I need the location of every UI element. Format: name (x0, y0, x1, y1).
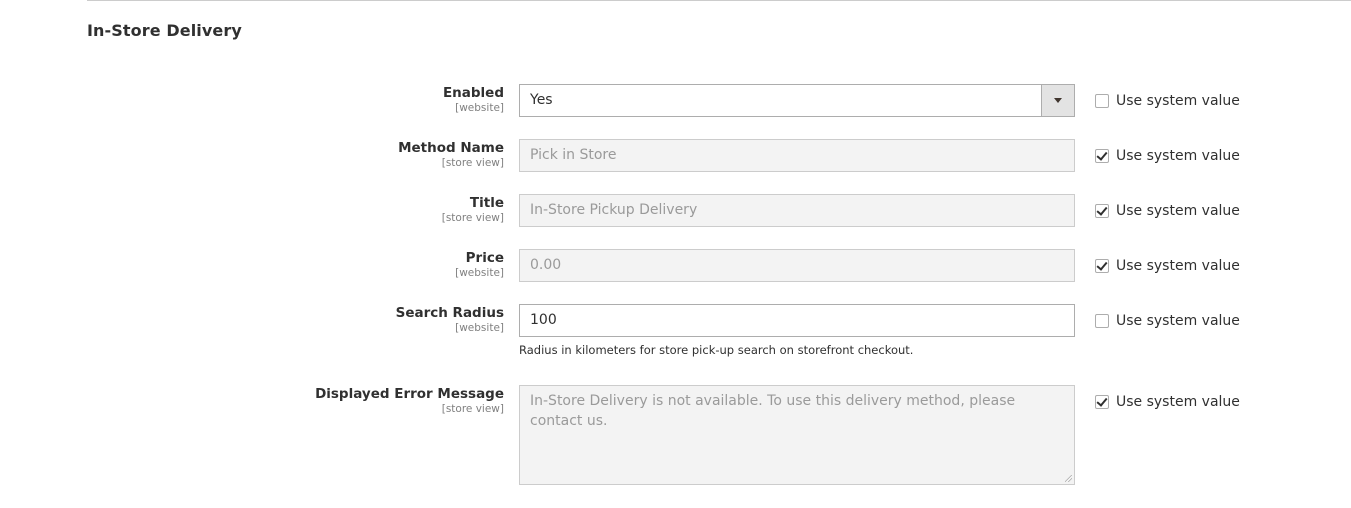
label-text: Method Name (398, 140, 504, 156)
error-message-textarea[interactable]: In-Store Delivery is not available. To u… (519, 385, 1075, 485)
scope-text: [store view] (441, 212, 504, 224)
scope-text: [website] (455, 102, 504, 114)
label-text: Price (465, 250, 504, 266)
label-text: Search Radius (395, 305, 504, 321)
scope-text: [website] (455, 322, 504, 334)
use-system-value-search-radius[interactable]: Use system value (1095, 313, 1240, 329)
field-label: Title [store view] (442, 195, 504, 225)
checkbox-checked[interactable] (1095, 395, 1109, 409)
label-text: Enabled (442, 85, 504, 101)
use-system-value-method-name[interactable]: Use system value (1095, 148, 1240, 164)
field-label: Displayed Error Message [store view] (315, 386, 504, 416)
checkbox-label: Use system value (1116, 203, 1240, 219)
field-label: Enabled [website] (443, 85, 504, 115)
checkbox-checked[interactable] (1095, 204, 1109, 218)
checkbox[interactable] (1095, 94, 1109, 108)
scope-text: [website] (455, 267, 504, 279)
title-input[interactable]: In-Store Pickup Delivery (519, 194, 1075, 227)
use-system-value-title[interactable]: Use system value (1095, 203, 1240, 219)
use-system-value-enabled[interactable]: Use system value (1095, 93, 1240, 109)
resize-handle-icon[interactable] (1065, 475, 1072, 482)
section-title: In-Store Delivery (87, 21, 242, 40)
scope-text: [store view] (441, 157, 504, 169)
field-label: Price [website] (455, 250, 504, 280)
checkbox-label: Use system value (1116, 258, 1240, 274)
field-label: Method Name [store view] (398, 140, 504, 170)
checkbox-checked[interactable] (1095, 149, 1109, 163)
method-name-input[interactable]: Pick in Store (519, 139, 1075, 172)
checkbox-label: Use system value (1116, 93, 1240, 109)
checkbox[interactable] (1095, 314, 1109, 328)
section-divider (87, 0, 1351, 1)
label-text: Displayed Error Message (315, 386, 504, 402)
checkbox-checked[interactable] (1095, 259, 1109, 273)
enabled-select[interactable]: Yes (519, 84, 1075, 117)
use-system-value-price[interactable]: Use system value (1095, 258, 1240, 274)
textarea-value: In-Store Delivery is not available. To u… (530, 393, 1016, 429)
checkbox-label: Use system value (1116, 394, 1240, 410)
select-value: Yes (530, 92, 553, 108)
field-note: Radius in kilometers for store pick-up s… (519, 343, 914, 357)
label-text: Title (469, 195, 504, 211)
chevron-down-icon[interactable] (1041, 85, 1074, 116)
scope-text: [store view] (441, 403, 504, 415)
checkbox-label: Use system value (1116, 148, 1240, 164)
field-label: Search Radius [website] (396, 305, 504, 335)
price-input[interactable]: 0.00 (519, 249, 1075, 282)
checkbox-label: Use system value (1116, 313, 1240, 329)
use-system-value-error-message[interactable]: Use system value (1095, 394, 1240, 410)
search-radius-input[interactable]: 100 (519, 304, 1075, 337)
